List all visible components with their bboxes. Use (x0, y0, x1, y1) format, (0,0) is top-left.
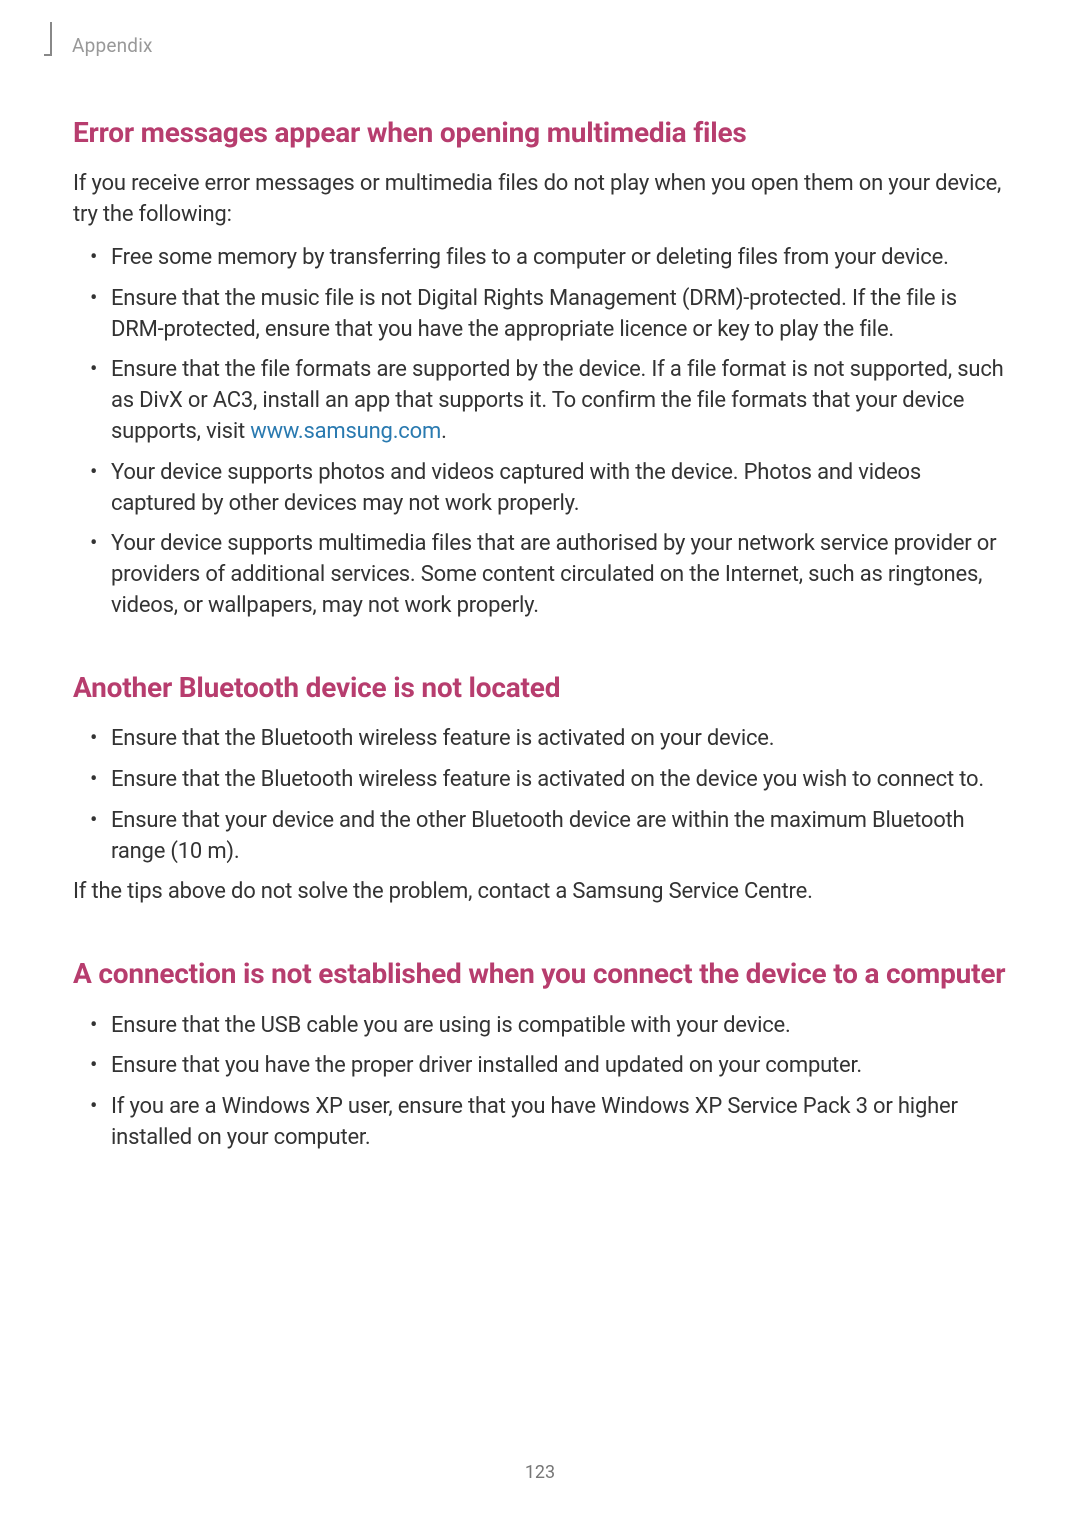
list-bluetooth: Ensure that the Bluetooth wireless featu… (73, 724, 1007, 867)
section-multimedia: Error messages appear when opening multi… (73, 115, 1007, 622)
header-label: Appendix (72, 34, 1007, 57)
header-marker-line (50, 22, 52, 56)
section-bluetooth: Another Bluetooth device is not located … (73, 670, 1007, 908)
intro-multimedia: If you receive error messages or multime… (73, 169, 1007, 231)
page-content: Appendix Error messages appear when open… (0, 0, 1080, 1154)
list-item: Ensure that the Bluetooth wireless featu… (73, 724, 1007, 755)
section-connection: A connection is not established when you… (73, 956, 1007, 1154)
list-item: Ensure that the file formats are support… (73, 355, 1007, 447)
list-item: Ensure that the USB cable you are using … (73, 1011, 1007, 1042)
list-item: Ensure that the music file is not Digita… (73, 284, 1007, 346)
list-connection: Ensure that the USB cable you are using … (73, 1011, 1007, 1154)
samsung-link[interactable]: www.samsung.com (250, 419, 441, 444)
list-item-text: Ensure that the file formats are support… (111, 357, 1004, 444)
outro-bluetooth: If the tips above do not solve the probl… (73, 877, 1007, 908)
list-item: Ensure that the Bluetooth wireless featu… (73, 765, 1007, 796)
header-marker-tick (44, 54, 52, 56)
list-item: Ensure that you have the proper driver i… (73, 1051, 1007, 1082)
list-item: Your device supports photos and videos c… (73, 458, 1007, 520)
list-item-text: . (441, 419, 447, 444)
list-item: If you are a Windows XP user, ensure tha… (73, 1092, 1007, 1154)
list-item: Free some memory by transferring files t… (73, 243, 1007, 274)
list-item: Your device supports multimedia files th… (73, 529, 1007, 621)
list-multimedia: Free some memory by transferring files t… (73, 243, 1007, 622)
heading-bluetooth: Another Bluetooth device is not located (73, 670, 1007, 706)
heading-multimedia: Error messages appear when opening multi… (73, 115, 1007, 151)
heading-connection: A connection is not established when you… (73, 956, 1007, 992)
page-number: 123 (0, 1462, 1080, 1483)
list-item: Ensure that your device and the other Bl… (73, 806, 1007, 868)
